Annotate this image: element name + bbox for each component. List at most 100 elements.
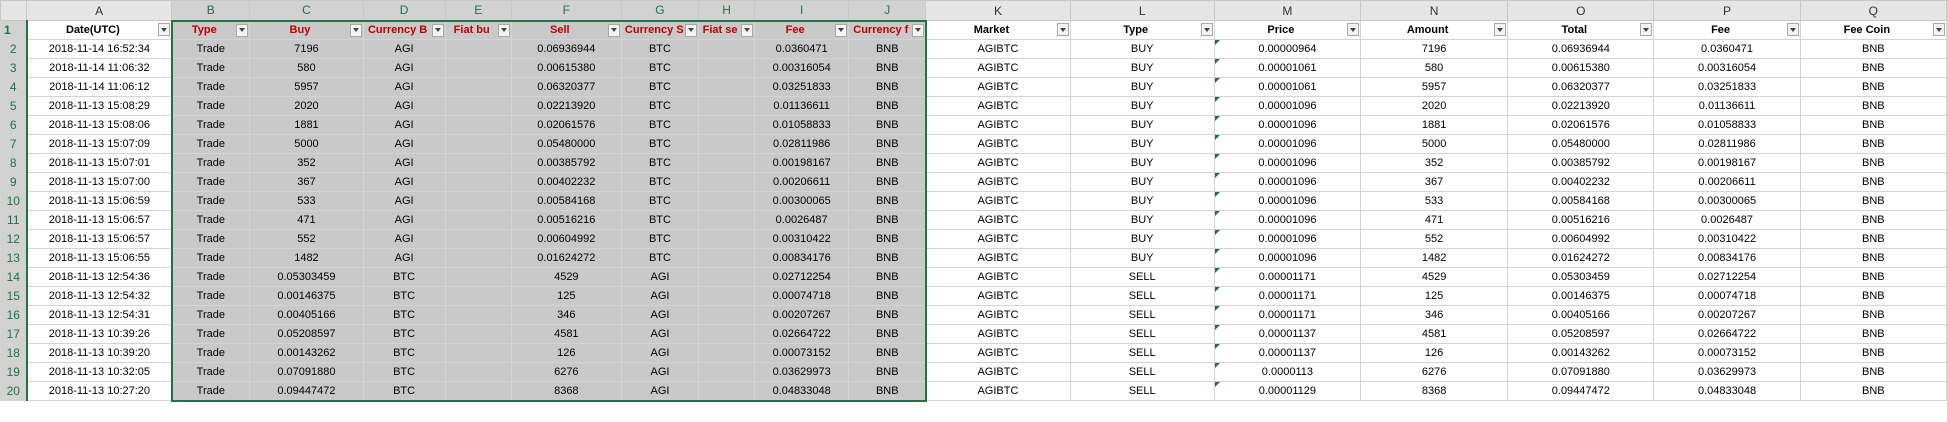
- cell-h10[interactable]: [698, 191, 756, 211]
- row-number-3[interactable]: 3: [0, 58, 28, 78]
- cell-q20[interactable]: BNB: [1799, 381, 1947, 401]
- row-number-6[interactable]: 6: [0, 115, 28, 135]
- cell-a18[interactable]: 2018-11-13 10:39:20: [26, 343, 173, 363]
- cell-j20[interactable]: BNB: [848, 381, 927, 401]
- cell-g6[interactable]: BTC: [620, 115, 700, 135]
- cell-j10[interactable]: BNB: [848, 191, 927, 211]
- cell-l10[interactable]: BUY: [1069, 191, 1215, 211]
- cell-a8[interactable]: 2018-11-13 15:07:01: [26, 153, 173, 173]
- cell-c9[interactable]: 367: [249, 172, 364, 192]
- cell-o10[interactable]: 0.00584168: [1507, 191, 1655, 211]
- cell-i19[interactable]: 0.03629973: [754, 362, 850, 382]
- cell-p18[interactable]: 0.00073152: [1653, 343, 1801, 363]
- cell-b6[interactable]: Trade: [171, 115, 251, 135]
- filter-dropdown-icon[interactable]: [1933, 23, 1945, 36]
- cell-c5[interactable]: 2020: [249, 96, 364, 116]
- filter-dropdown-icon[interactable]: [912, 23, 925, 37]
- cell-l14[interactable]: SELL: [1069, 267, 1215, 287]
- row-number-13[interactable]: 13: [0, 248, 28, 268]
- cell-j19[interactable]: BNB: [848, 362, 927, 382]
- cell-l19[interactable]: SELL: [1069, 362, 1215, 382]
- header-cell-c[interactable]: Buy: [249, 20, 364, 40]
- cell-d11[interactable]: AGI: [362, 210, 446, 230]
- cell-k17[interactable]: AGIBTC: [925, 324, 1071, 344]
- row-number-18[interactable]: 18: [0, 343, 28, 363]
- cell-p17[interactable]: 0.02664722: [1653, 324, 1801, 344]
- cell-q12[interactable]: BNB: [1799, 229, 1947, 249]
- cell-m2[interactable]: 0.00000964: [1213, 39, 1362, 59]
- cell-i9[interactable]: 0.00206611: [754, 172, 850, 192]
- cell-q11[interactable]: BNB: [1799, 210, 1947, 230]
- cell-h5[interactable]: [698, 96, 756, 116]
- cell-q3[interactable]: BNB: [1799, 58, 1947, 78]
- cell-m18[interactable]: 0.00001137: [1213, 343, 1362, 363]
- cell-l4[interactable]: BUY: [1069, 77, 1215, 97]
- cell-h11[interactable]: [698, 210, 756, 230]
- cell-d6[interactable]: AGI: [362, 115, 446, 135]
- cell-o3[interactable]: 0.00615380: [1507, 58, 1655, 78]
- cell-l11[interactable]: BUY: [1069, 210, 1215, 230]
- cell-a14[interactable]: 2018-11-13 12:54:36: [26, 267, 173, 287]
- cell-g17[interactable]: AGI: [620, 324, 700, 344]
- cell-j12[interactable]: BNB: [848, 229, 927, 249]
- cell-h18[interactable]: [698, 343, 756, 363]
- cell-l2[interactable]: BUY: [1069, 39, 1215, 59]
- cell-b9[interactable]: Trade: [171, 172, 251, 192]
- column-header-c[interactable]: C: [249, 0, 364, 22]
- cell-b12[interactable]: Trade: [171, 229, 251, 249]
- cell-g3[interactable]: BTC: [620, 58, 700, 78]
- header-cell-e[interactable]: Fiat bu: [444, 20, 512, 40]
- cell-f3[interactable]: 0.00615380: [510, 58, 622, 78]
- cell-d15[interactable]: BTC: [362, 286, 446, 306]
- cell-q18[interactable]: BNB: [1799, 343, 1947, 363]
- header-cell-l[interactable]: Type: [1069, 20, 1215, 40]
- cell-h14[interactable]: [698, 267, 756, 287]
- cell-f20[interactable]: 8368: [510, 381, 622, 401]
- cell-k13[interactable]: AGIBTC: [925, 248, 1071, 268]
- cell-e17[interactable]: [444, 324, 512, 344]
- cell-f7[interactable]: 0.05480000: [510, 134, 622, 154]
- cell-j15[interactable]: BNB: [848, 286, 927, 306]
- row-number-14[interactable]: 14: [0, 267, 28, 287]
- cell-n5[interactable]: 2020: [1359, 96, 1509, 116]
- cell-a12[interactable]: 2018-11-13 15:06:57: [26, 229, 173, 249]
- cell-e14[interactable]: [444, 267, 512, 287]
- cell-l7[interactable]: BUY: [1069, 134, 1215, 154]
- cell-p13[interactable]: 0.00834176: [1653, 248, 1801, 268]
- cell-f14[interactable]: 4529: [510, 267, 622, 287]
- cell-l20[interactable]: SELL: [1069, 381, 1215, 401]
- cell-g9[interactable]: BTC: [620, 172, 700, 192]
- cell-d12[interactable]: AGI: [362, 229, 446, 249]
- cell-g20[interactable]: AGI: [620, 381, 700, 401]
- cell-c14[interactable]: 0.05303459: [249, 267, 364, 287]
- cell-o20[interactable]: 0.09447472: [1507, 381, 1655, 401]
- cell-n11[interactable]: 471: [1359, 210, 1509, 230]
- cell-k10[interactable]: AGIBTC: [925, 191, 1071, 211]
- cell-k12[interactable]: AGIBTC: [925, 229, 1071, 249]
- cell-b8[interactable]: Trade: [171, 153, 251, 173]
- cell-p19[interactable]: 0.03629973: [1653, 362, 1801, 382]
- cell-p5[interactable]: 0.01136611: [1653, 96, 1801, 116]
- cell-p9[interactable]: 0.00206611: [1653, 172, 1801, 192]
- row-number-19[interactable]: 19: [0, 362, 28, 382]
- cell-k4[interactable]: AGIBTC: [925, 77, 1071, 97]
- cell-l13[interactable]: BUY: [1069, 248, 1215, 268]
- cell-e12[interactable]: [444, 229, 512, 249]
- cell-g7[interactable]: BTC: [620, 134, 700, 154]
- cell-q7[interactable]: BNB: [1799, 134, 1947, 154]
- cell-i6[interactable]: 0.01058833: [754, 115, 850, 135]
- cell-g5[interactable]: BTC: [620, 96, 700, 116]
- cell-q16[interactable]: BNB: [1799, 305, 1947, 325]
- column-header-h[interactable]: H: [698, 0, 756, 22]
- cell-a15[interactable]: 2018-11-13 12:54:32: [26, 286, 173, 306]
- cell-m17[interactable]: 0.00001137: [1213, 324, 1362, 344]
- filter-dropdown-icon[interactable]: [1056, 23, 1069, 36]
- cell-k19[interactable]: AGIBTC: [925, 362, 1071, 382]
- cell-n14[interactable]: 4529: [1359, 267, 1509, 287]
- cell-m5[interactable]: 0.00001096: [1213, 96, 1362, 116]
- cell-n3[interactable]: 580: [1359, 58, 1509, 78]
- cell-d16[interactable]: BTC: [362, 305, 446, 325]
- cell-n9[interactable]: 367: [1359, 172, 1509, 192]
- cell-p14[interactable]: 0.02712254: [1653, 267, 1801, 287]
- cell-m12[interactable]: 0.00001096: [1213, 229, 1362, 249]
